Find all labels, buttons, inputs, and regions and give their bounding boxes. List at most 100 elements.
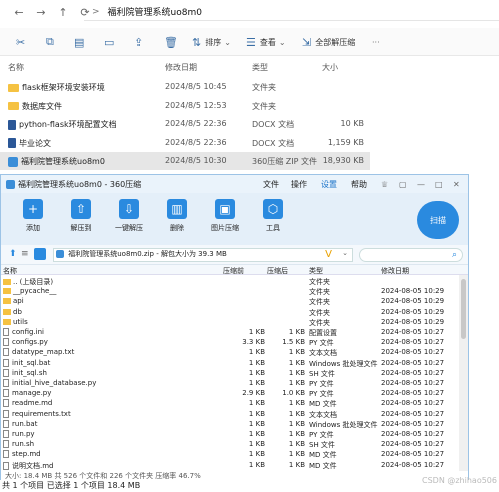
zip-row[interactable]: initial_hive_database.py 1 KB 1 KB PY 文件… bbox=[1, 378, 459, 388]
extract-all-button[interactable]: ⇲ 全部解压缩 bbox=[302, 32, 355, 52]
paste-button[interactable]: ▤ bbox=[74, 32, 88, 52]
zip-size-before: 1 KB bbox=[248, 419, 265, 428]
zip-row[interactable]: configs.py 3.3 KB 1.5 KB PY 文件 2024-08-0… bbox=[1, 337, 459, 347]
command-bar: ✂ ⧉ ▤ ▭ ⇪ 🗑 ⇅ 排序 ⌄ ☰ 查看 ⌄ ⇲ 全部解压缩 ··· bbox=[0, 28, 499, 56]
rename-button[interactable]: ▭ bbox=[104, 32, 118, 52]
scroll-thumb[interactable] bbox=[461, 279, 466, 339]
zip-row[interactable]: config.ini 1 KB 1 KB 配置设置 2024-08-05 10:… bbox=[1, 327, 459, 337]
zcol-name[interactable]: 名称 bbox=[3, 266, 17, 276]
zip-size-after: 1 KB bbox=[288, 328, 305, 336]
zip-path-box[interactable]: 福利院管理系统uo8m0.zip - 解包大小为 39.3 MB V ⌄ bbox=[53, 248, 353, 262]
zip-row[interactable]: .. (上级目录) 文件夹 bbox=[1, 276, 459, 286]
zip-row[interactable]: init_sql.bat 1 KB 1 KB Windows 批处理文件 202… bbox=[1, 358, 459, 368]
col-type[interactable]: 类型 bbox=[252, 62, 268, 73]
file-row[interactable]: python-flask环境配置文档 2024/8/5 22:36 DOCX 文… bbox=[0, 115, 370, 133]
add-button[interactable]: + 添加 bbox=[13, 199, 53, 233]
zip-file-date: 2024-08-05 10:27 bbox=[381, 368, 445, 377]
zip-file-name: db bbox=[13, 307, 22, 316]
location-icon[interactable] bbox=[34, 248, 46, 260]
zip-row[interactable]: utils 文件夹 2024-08-05 10:29 bbox=[1, 317, 459, 327]
minimize-icon[interactable]: — bbox=[417, 180, 425, 189]
extract-to-button[interactable]: ⇧ 解压到 bbox=[61, 199, 101, 233]
view-button[interactable]: ☰ 查看 ⌄ bbox=[246, 32, 286, 52]
path-separator: > bbox=[92, 6, 100, 17]
file-row[interactable]: 福利院管理系统uo8m0 2024/8/5 10:30 360压缩 ZIP 文件… bbox=[0, 152, 370, 170]
col-size[interactable]: 大小 bbox=[322, 62, 338, 73]
skin-icon[interactable]: ♕ bbox=[381, 180, 388, 189]
search-icon[interactable]: ⌕ bbox=[452, 250, 457, 260]
tools-button[interactable]: ⬡ 工具 bbox=[253, 199, 293, 233]
menu-file[interactable]: 文件 bbox=[263, 179, 279, 190]
scan-button[interactable]: 扫描 bbox=[417, 201, 459, 239]
file-row[interactable]: 毕业论文 2024/8/5 22:36 DOCX 文档 1,159 KB bbox=[0, 134, 370, 152]
zip-row[interactable]: 说明文档.md 1 KB 1 KB MD 文件 2024-08-05 10:27 bbox=[1, 460, 459, 470]
file-row[interactable]: 数据库文件 2024/8/5 12:53 文件夹 bbox=[0, 97, 370, 115]
delete-button[interactable]: 🗑 bbox=[164, 32, 182, 52]
zip-size-before: 1 KB bbox=[248, 399, 265, 408]
zcol-type[interactable]: 类型 bbox=[309, 266, 323, 276]
zip-file-date: 2024-08-05 10:29 bbox=[381, 287, 445, 296]
paste-icon: ▤ bbox=[74, 35, 85, 49]
zip-file-name: datatype_map.txt bbox=[12, 348, 75, 357]
file-icon bbox=[3, 348, 9, 357]
zip-delete-button[interactable]: ▥ 删除 bbox=[157, 199, 197, 233]
zip-row[interactable]: readme.md 1 KB 1 KB MD 文件 2024-08-05 10:… bbox=[1, 398, 459, 408]
forward-arrow-icon[interactable]: → bbox=[30, 1, 52, 23]
share-button[interactable]: ⇪ bbox=[134, 32, 147, 52]
zip-file-name: utils bbox=[13, 317, 28, 326]
zip-file-name: manage.py bbox=[12, 389, 52, 398]
folder-icon bbox=[3, 288, 11, 295]
add-label: 添加 bbox=[26, 224, 40, 232]
zip-row[interactable]: datatype_map.txt 1 KB 1 KB 文本文档 2024-08-… bbox=[1, 347, 459, 357]
zip-row[interactable]: db 文件夹 2024-08-05 10:29 bbox=[1, 307, 459, 317]
file-row[interactable]: flask框架环境安装环境 2024/8/5 10:45 文件夹 bbox=[0, 78, 370, 96]
address-bar[interactable]: > 福利院管理系统uo8m0 bbox=[84, 3, 499, 21]
file-icon bbox=[3, 389, 9, 398]
maximize-icon[interactable]: □ bbox=[435, 180, 443, 189]
rename-icon: ▭ bbox=[104, 35, 115, 49]
image-compress-button[interactable]: ▣ 图片压缩 bbox=[205, 199, 245, 233]
file-icon bbox=[3, 338, 9, 347]
up-arrow-icon[interactable]: ⬆ bbox=[9, 249, 17, 259]
file-type: 文件夹 bbox=[252, 83, 276, 92]
copy-button[interactable]: ⧉ bbox=[46, 32, 58, 52]
zip-row[interactable]: manage.py 2.9 KB 1.0 KB PY 文件 2024-08-05… bbox=[1, 388, 459, 398]
zip-row[interactable]: run.sh 1 KB 1 KB SH 文件 2024-08-05 10:27 bbox=[1, 439, 459, 449]
file-name: 福利院管理系统uo8m0 bbox=[21, 157, 105, 166]
sort-button[interactable]: ⇅ 排序 ⌄ bbox=[192, 32, 231, 52]
one-click-extract-button[interactable]: ⇩ 一键解压 bbox=[109, 199, 149, 233]
menu-action[interactable]: 操作 bbox=[291, 179, 307, 190]
back-arrow-icon[interactable]: ← bbox=[8, 1, 30, 23]
list-icon[interactable]: ≡ bbox=[21, 249, 29, 259]
folder-icon bbox=[3, 298, 11, 305]
zip-row[interactable]: run.py 1 KB 1 KB PY 文件 2024-08-05 10:27 bbox=[1, 429, 459, 439]
menu-settings[interactable]: 设置 bbox=[321, 179, 337, 190]
zip-row[interactable]: __pycache__ 文件夹 2024-08-05 10:29 bbox=[1, 286, 459, 296]
zip-row[interactable]: step.md 1 KB 1 KB MD 文件 2024-08-05 10:27 bbox=[1, 449, 459, 459]
cut-button[interactable]: ✂ bbox=[16, 32, 29, 52]
settings-icon[interactable]: ▢ bbox=[399, 180, 407, 189]
zcol-modified[interactable]: 修改日期 bbox=[381, 266, 409, 276]
col-modified[interactable]: 修改日期 bbox=[165, 62, 197, 73]
up-arrow-icon[interactable]: ↑ bbox=[52, 1, 74, 23]
close-icon[interactable]: ✕ bbox=[453, 180, 460, 189]
zcol-after[interactable]: 压缩后 bbox=[267, 266, 288, 276]
zip-scrollbar[interactable] bbox=[459, 275, 468, 471]
chevron-down-icon[interactable]: ⌄ bbox=[342, 249, 348, 257]
zip-row[interactable]: api 文件夹 2024-08-05 10:29 bbox=[1, 296, 459, 306]
zip-search-input[interactable]: ⌕ bbox=[359, 248, 463, 262]
word-doc-icon bbox=[8, 119, 16, 130]
zip-size-after: 1 KB bbox=[288, 419, 305, 428]
col-name[interactable]: 名称 bbox=[8, 62, 24, 73]
file-name: 数据库文件 bbox=[22, 101, 62, 111]
zip-size-after: 1 KB bbox=[288, 450, 305, 459]
zip-size-after: 1 KB bbox=[288, 409, 305, 418]
file-date: 2024/8/5 22:36 bbox=[165, 137, 227, 147]
menu-help[interactable]: 帮助 bbox=[351, 179, 367, 190]
zip-row[interactable]: init_sql.sh 1 KB 1 KB SH 文件 2024-08-05 1… bbox=[1, 368, 459, 378]
zcol-before[interactable]: 压缩前 bbox=[223, 266, 244, 276]
more-options-button[interactable]: ··· bbox=[372, 32, 380, 52]
v-logo-icon: V bbox=[325, 249, 332, 260]
zip-row[interactable]: run.bat 1 KB 1 KB Windows 批处理文件 2024-08-… bbox=[1, 419, 459, 429]
zip-row[interactable]: requirements.txt 1 KB 1 KB 文本文档 2024-08-… bbox=[1, 409, 459, 419]
